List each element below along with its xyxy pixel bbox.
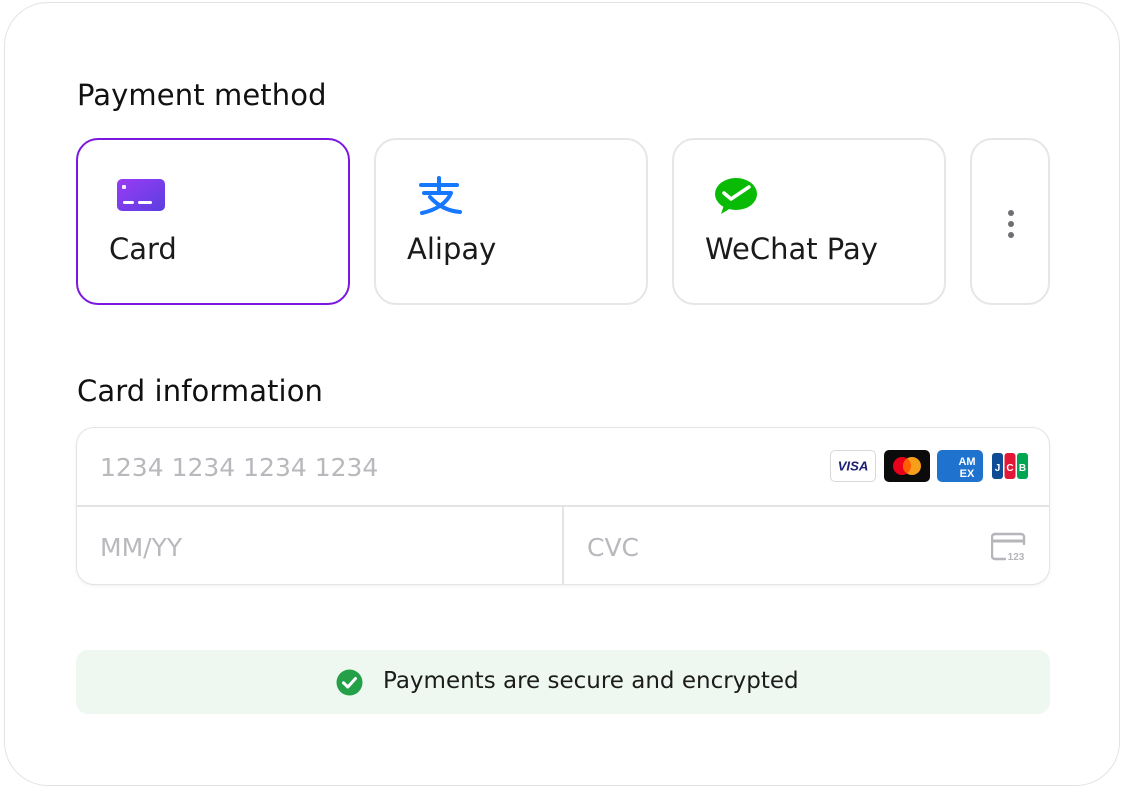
expiry-date-input[interactable] (100, 528, 540, 566)
card-information-title: Card information (77, 374, 324, 408)
secure-payment-text: Payments are secure and encrypted (383, 668, 799, 694)
svg-text:B: B (1019, 463, 1026, 474)
cvc-icon-text: 123 (1008, 552, 1025, 562)
payment-method-title: Payment method (77, 78, 327, 112)
tab-wechat-pay-label: WeChat Pay (705, 232, 878, 266)
visa-text: VISA (838, 459, 869, 474)
card-icon (117, 179, 165, 211)
tab-alipay[interactable]: Alipay (374, 138, 648, 305)
svg-text:C: C (1006, 463, 1013, 474)
mastercard-icon (884, 450, 930, 482)
alipay-icon (419, 176, 462, 215)
svg-text:J: J (995, 463, 1001, 474)
jcb-icon: J C B (991, 450, 1029, 482)
card-information-form: VISA AM EX J C B 123 (76, 427, 1050, 585)
tab-alipay-label: Alipay (407, 232, 497, 266)
more-vertical-icon (1008, 210, 1014, 238)
tab-card-label: Card (109, 232, 177, 266)
tab-wechat-pay[interactable]: WeChat Pay (672, 138, 946, 305)
check-circle-icon (336, 669, 363, 696)
more-methods-button[interactable] (970, 138, 1050, 305)
column-divider (562, 506, 564, 584)
wechat-pay-icon (715, 178, 757, 214)
amex-icon: AM EX (937, 450, 983, 482)
cvc-input[interactable] (587, 528, 967, 566)
tab-card[interactable]: Card (76, 138, 350, 305)
cvc-card-icon: 123 (991, 532, 1026, 562)
svg-text:AM: AM (958, 456, 975, 468)
secure-payment-banner: Payments are secure and encrypted (76, 650, 1050, 714)
card-number-input[interactable] (100, 448, 800, 486)
visa-icon: VISA (830, 450, 876, 482)
svg-text:EX: EX (960, 468, 975, 480)
